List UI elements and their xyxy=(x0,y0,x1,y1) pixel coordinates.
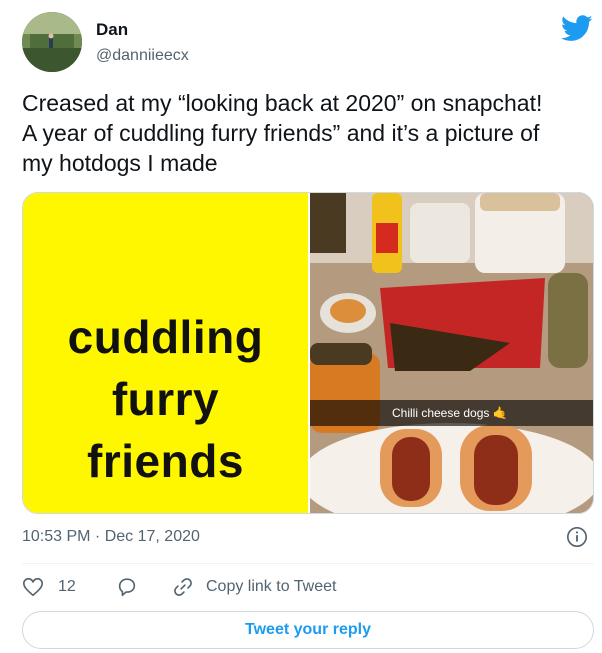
tweet-timestamp[interactable]: 10:53 PM · Dec 17, 2020 xyxy=(22,528,200,546)
divider xyxy=(22,563,594,564)
tweet-your-reply-button[interactable]: Tweet your reply xyxy=(22,611,594,649)
hotdog-photo xyxy=(310,193,593,513)
media-image-hotdogs[interactable]: Chilli cheese dogs 🤙 xyxy=(310,193,593,513)
snap-caption: Chilli cheese dogs 🤙 xyxy=(310,400,593,426)
reply-button[interactable] xyxy=(116,576,138,598)
tweet-card: Dan @danniieecx Creased at my “looking b… xyxy=(0,0,602,653)
like-count: 12 xyxy=(58,578,76,595)
yellow-line-1: cuddling xyxy=(67,311,264,363)
avatar[interactable] xyxy=(22,12,82,72)
tweet-media[interactable]: cuddling furry friends Chilli cheese dog… xyxy=(22,192,594,514)
user-name[interactable]: Dan xyxy=(96,20,128,40)
user-handle[interactable]: @danniieecx xyxy=(96,47,189,65)
heart-icon xyxy=(23,577,43,597)
link-icon xyxy=(174,578,192,596)
media-image-yellow[interactable]: cuddling furry friends xyxy=(23,193,308,513)
yellow-image-text: cuddling furry friends xyxy=(68,306,264,492)
copy-link-label: Copy link to Tweet xyxy=(206,578,337,595)
like-button[interactable]: 12 xyxy=(22,576,76,598)
reply-icon xyxy=(118,578,136,597)
twitter-bird-icon xyxy=(561,15,593,41)
yellow-line-2: furry xyxy=(111,373,220,425)
yellow-line-3: friends xyxy=(87,435,244,487)
tweet-text: Creased at my “looking back at 2020” on … xyxy=(22,90,543,176)
copy-link-button[interactable]: Copy link to Tweet xyxy=(172,576,336,598)
info-icon[interactable] xyxy=(566,526,588,548)
